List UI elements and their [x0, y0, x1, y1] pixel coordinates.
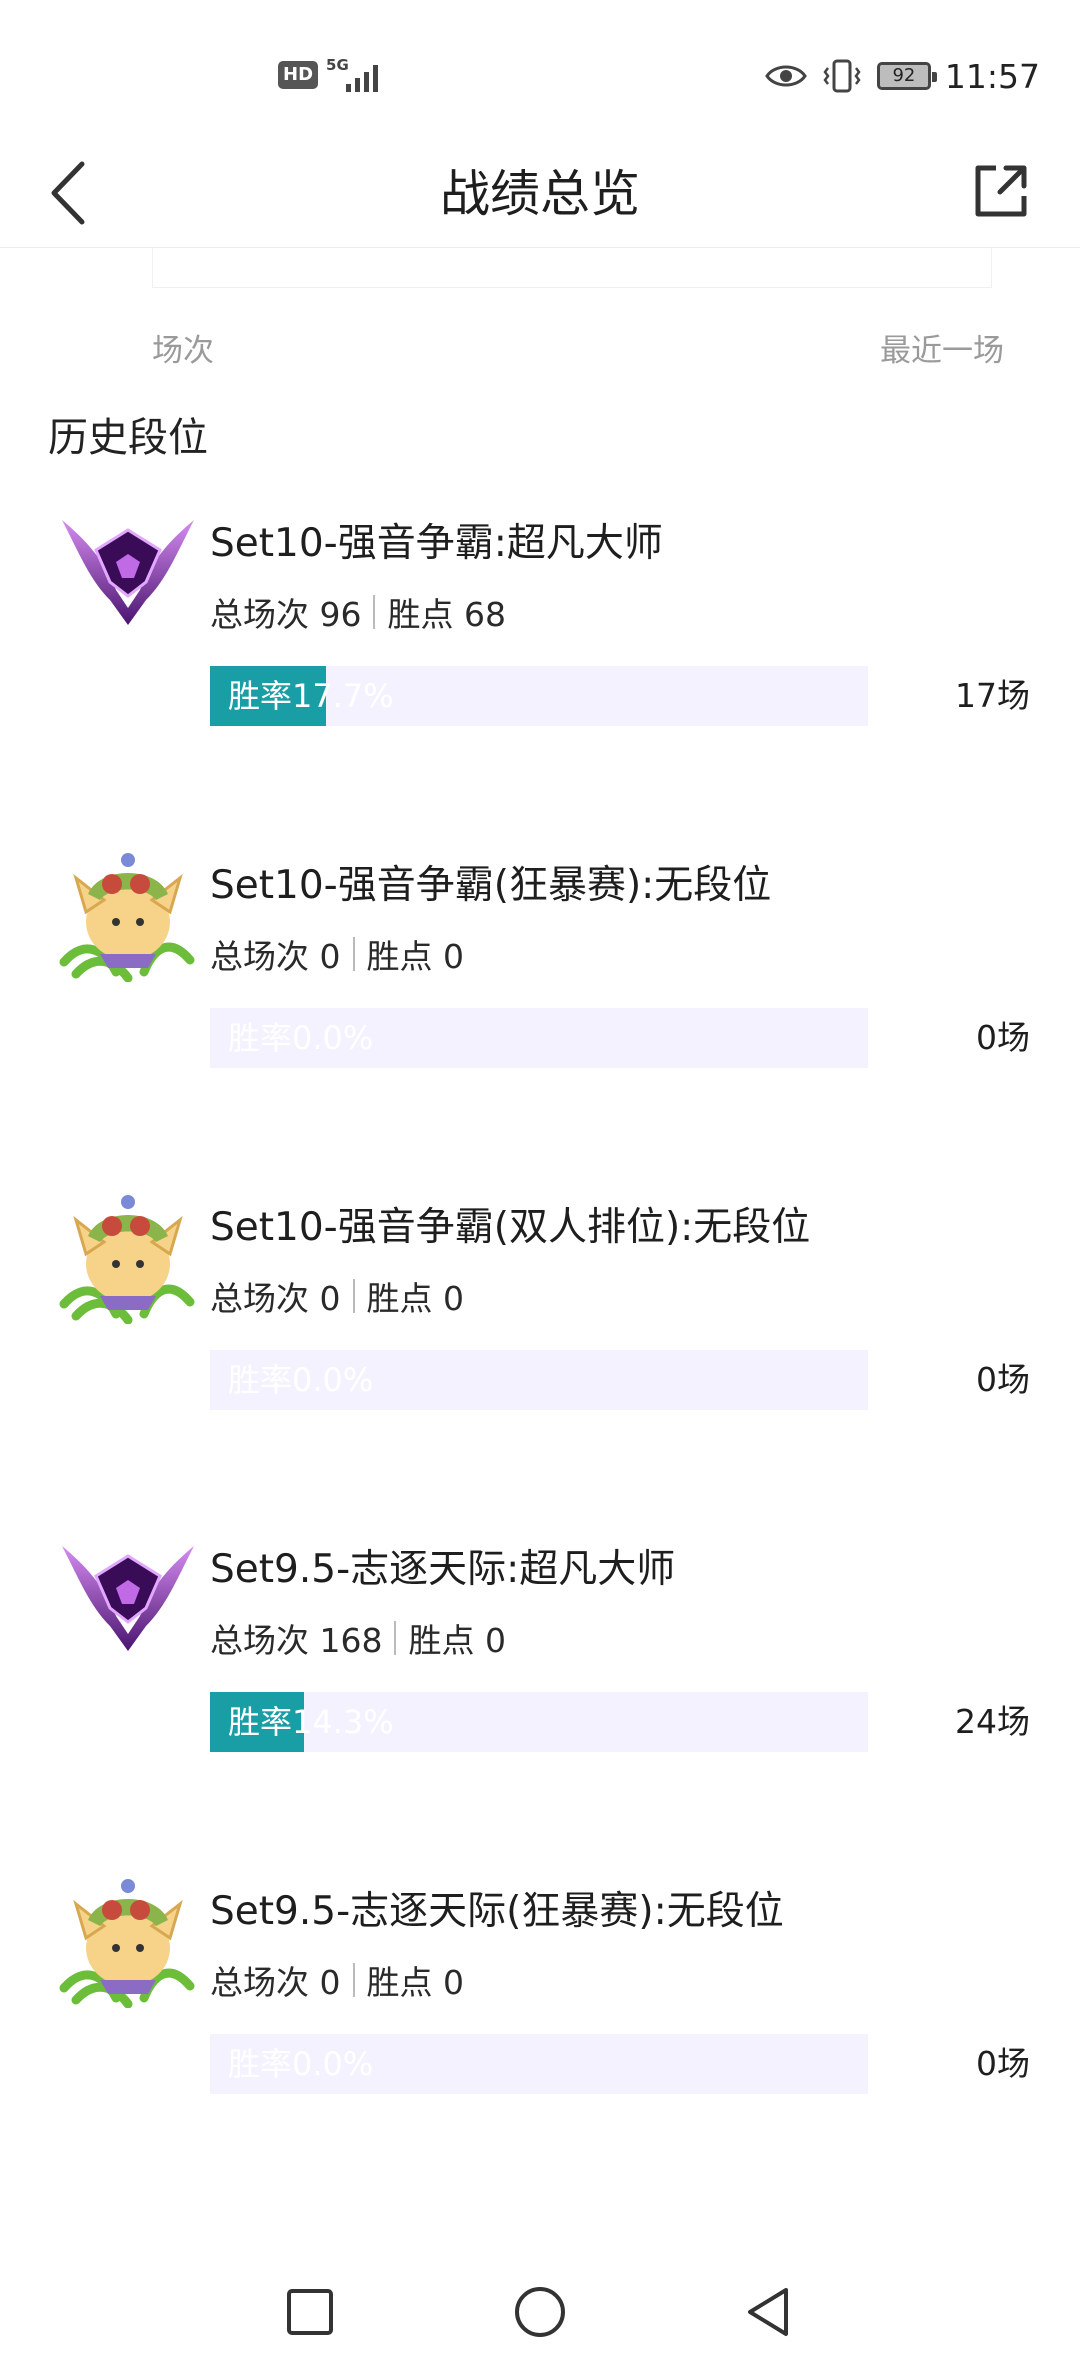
- winrate-label: 胜率0.0%: [228, 1361, 374, 1399]
- status-bar: HD 5G 92 11:57: [0, 0, 1080, 140]
- league-points: 胜点 0: [366, 1963, 465, 2002]
- recent-games-count: 0场: [976, 1018, 1030, 1057]
- network-indicator: HD 5G: [278, 55, 382, 95]
- league-points: 胜点 0: [366, 1279, 465, 1318]
- divider: [352, 1279, 355, 1313]
- signal-icon: 5G: [326, 56, 382, 94]
- winrate-bar: 胜率0.0%: [210, 1350, 868, 1410]
- winrate-bar: 胜率14.3%: [210, 1692, 868, 1752]
- divider: [352, 937, 355, 971]
- rank-stats: 总场次 0 胜点 0: [210, 1272, 464, 1320]
- games-label: 场次: [152, 333, 214, 369]
- league-points: 胜点 0: [366, 937, 465, 976]
- master-emblem-icon: [62, 1546, 194, 1651]
- total-games: 总场次 0: [210, 1963, 341, 2002]
- rank-season-name: Set10-强音争霸(狂暴赛):无段位: [210, 863, 772, 908]
- recent-games-count: 0场: [976, 1360, 1030, 1399]
- rank-history-list: Set10-强音争霸:超凡大师 总场次 96 胜点 68 胜率17.7% 17场…: [0, 480, 1080, 2190]
- app-header: 战绩总览: [0, 140, 1080, 248]
- total-games: 总场次 168: [210, 1621, 383, 1660]
- circle-icon[interactable]: [510, 2282, 570, 2342]
- rank-stats: 总场次 96 胜点 68: [210, 588, 506, 636]
- rank-season-name: Set9.5-志逐天际(狂暴赛):无段位: [210, 1889, 784, 1934]
- battery-icon: 92: [876, 62, 937, 90]
- stats-card: [152, 248, 992, 288]
- rank-stats: 总场次 0 胜点 0: [210, 1956, 464, 2004]
- triangle-back-icon[interactable]: [740, 2282, 800, 2342]
- divider: [352, 1963, 355, 1997]
- rank-item[interactable]: Set9.5-志逐天际(狂暴赛):无段位 总场次 0 胜点 0 胜率0.0% 0…: [0, 1848, 1080, 2190]
- section-title: 历史段位: [48, 415, 208, 461]
- page-title: 战绩总览: [440, 165, 640, 223]
- rank-item[interactable]: Set10-强音争霸(狂暴赛):无段位 总场次 0 胜点 0 胜率0.0% 0场: [0, 822, 1080, 1164]
- master-emblem-icon: [62, 520, 194, 625]
- teemo-unranked-icon: [59, 1195, 195, 1324]
- winrate-label: 胜率14.3%: [228, 1703, 394, 1741]
- total-games: 总场次 0: [210, 937, 341, 976]
- divider: [373, 595, 376, 629]
- status-right: 92 11:57: [765, 52, 1040, 100]
- recent-games-count: 24场: [955, 1702, 1030, 1741]
- hd-badge: HD: [278, 61, 319, 89]
- rank-item[interactable]: Set10-强音争霸:超凡大师 总场次 96 胜点 68 胜率17.7% 17场: [0, 480, 1080, 822]
- teemo-unranked-icon: [59, 853, 195, 982]
- rank-season-name: Set9.5-志逐天际:超凡大师: [210, 1547, 676, 1592]
- rank-season-name: Set10-强音争霸:超凡大师: [210, 521, 663, 566]
- latest-game-label: 最近一场: [880, 333, 1004, 369]
- vibrate-icon: [823, 59, 861, 93]
- recent-games-count: 0场: [976, 2044, 1030, 2083]
- total-games: 总场次 0: [210, 1279, 341, 1318]
- clock: 11:57: [944, 56, 1040, 96]
- winrate-bar: 胜率0.0%: [210, 1008, 868, 1068]
- share-icon[interactable]: [960, 152, 1040, 232]
- rank-stats: 总场次 168 胜点 0: [210, 1614, 506, 1662]
- rank-season-name: Set10-强音争霸(双人排位):无段位: [210, 1205, 811, 1250]
- rank-item[interactable]: Set9.5-志逐天际:超凡大师 总场次 168 胜点 0 胜率14.3% 24…: [0, 1506, 1080, 1848]
- recent-games-count: 17场: [955, 676, 1030, 715]
- winrate-label: 胜率0.0%: [228, 2045, 374, 2083]
- league-points: 胜点 0: [408, 1621, 506, 1660]
- winrate-label: 胜率0.0%: [228, 1019, 374, 1057]
- eye-icon: [765, 65, 807, 87]
- square-icon[interactable]: [280, 2282, 340, 2342]
- league-points: 胜点 68: [387, 595, 506, 634]
- total-games: 总场次 96: [210, 595, 362, 634]
- winrate-label: 胜率17.7%: [228, 677, 394, 715]
- winrate-bar: 胜率0.0%: [210, 2034, 868, 2094]
- system-nav-bar: [0, 2250, 1080, 2376]
- rank-item[interactable]: Set10-强音争霸(双人排位):无段位 总场次 0 胜点 0 胜率0.0% 0…: [0, 1164, 1080, 1506]
- teemo-unranked-icon: [59, 1879, 195, 2008]
- winrate-bar: 胜率17.7%: [210, 666, 868, 726]
- divider: [394, 1621, 397, 1655]
- rank-stats: 总场次 0 胜点 0: [210, 930, 464, 978]
